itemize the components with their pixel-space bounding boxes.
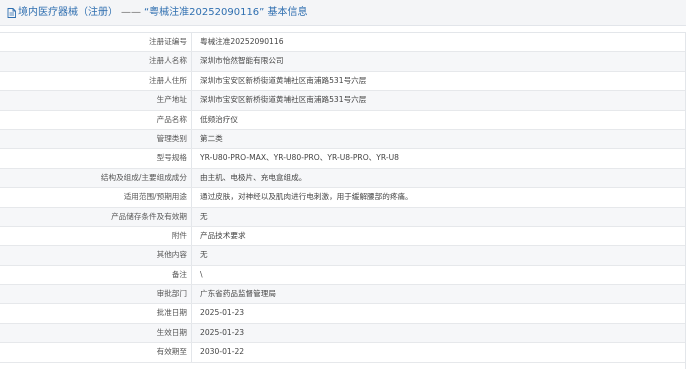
field-value: 产品技术要求	[200, 230, 246, 240]
field-value: 深圳市宝安区新桥街道黄埔社区南浦路531号六层	[200, 75, 367, 85]
table-row: 其他内容无	[0, 246, 686, 266]
page-header: 境内医疗器械（注册） —— “粤械注准20252090116” 基本信息	[0, 0, 686, 26]
field-label: 注册证编号	[0, 33, 192, 52]
table-row: 生效日期 2025-01-23	[0, 323, 686, 344]
field-value: \	[200, 269, 203, 279]
field-label: 产品储存条件及有效期	[0, 207, 192, 226]
field-value: 2025-01-23	[200, 327, 245, 337]
title-prefix: 境内医疗器械（注册）	[18, 7, 118, 18]
field-value: 深圳市宝安区新桥街道黄埔社区南浦路531号六层	[200, 95, 367, 105]
field-label: 型号规格	[0, 149, 192, 168]
table-row: 注册证编号 粤械注准20252090116	[0, 33, 686, 53]
field-value: YR-U80-PRO-MAX、YR-U80-PRO、YR-U8-PRO、YR-U…	[200, 153, 400, 163]
table-row: 注册人住所 深圳市宝安区新桥街道黄埔社区南浦路531号六层	[0, 71, 686, 92]
field-value: 2025-01-23	[200, 308, 245, 318]
table-row: 备注 \	[0, 265, 686, 286]
field-label: 注册人名称	[0, 52, 192, 71]
table-row: 产品储存条件及有效期无	[0, 207, 686, 227]
field-value: 深圳市怡然智能有限公司	[200, 56, 284, 66]
table-row: 批准日期 2025-01-23	[0, 304, 686, 324]
field-label: 生产地址	[0, 91, 192, 110]
field-label: 附件	[0, 226, 192, 246]
table-row: 附件 产品技术要求	[0, 226, 686, 247]
table-row: 生产地址 深圳市宝安区新桥街道黄埔社区南浦路531号六层	[0, 91, 686, 111]
field-label: 注册人住所	[0, 71, 192, 91]
field-label: 结构及组成/主要组成成分	[0, 168, 192, 188]
field-label: 有效期至	[0, 343, 192, 362]
title-main: “粤械注准20252090116” 基本信息	[144, 7, 308, 18]
field-value: 粤械注准20252090116	[200, 37, 284, 46]
table-row: 注册人名称 深圳市怡然智能有限公司	[0, 52, 686, 72]
table-row: 产品名称 低频治疗仪	[0, 110, 686, 130]
page-title: 境内医疗器械（注册） —— “粤械注准20252090116” 基本信息	[18, 0, 308, 26]
table-row: 结构及组成/主要组成成分 由主机、电极片、充电盒组成。	[0, 168, 686, 189]
field-value: 通过皮肤，对神经以及肌肉进行电刺激，用于缓解腰部的疼痛。	[200, 192, 413, 202]
table-row: 审批部门 广东省药品监督管理局	[0, 285, 686, 305]
field-label: 适用范围/预期用途	[0, 188, 192, 207]
table-row: 有效期至 2030-01-22	[0, 343, 686, 363]
field-value: 低频治疗仪	[200, 114, 238, 124]
field-value: 无	[200, 250, 208, 260]
field-label: 批准日期	[0, 304, 192, 323]
table-row: 型号规格 YR-U80-PRO-MAX、YR-U80-PRO、YR-U8-PRO、…	[0, 149, 686, 169]
field-value: 广东省药品监督管理局	[200, 289, 276, 299]
table-row: 适用范围/预期用途 通过皮肤，对神经以及肌肉进行电刺激，用于缓解腰部的疼痛。	[0, 188, 686, 208]
field-value: 由主机、电极片、充电盒组成。	[200, 172, 307, 182]
field-value: 无	[200, 211, 208, 221]
field-label: 审批部门	[0, 285, 192, 304]
title-dash: ——	[121, 7, 141, 18]
field-label: 生效日期	[0, 323, 192, 343]
field-label: 备注	[0, 265, 192, 285]
field-value: 第二类	[200, 133, 223, 143]
field-value: 2030-01-22	[200, 347, 245, 357]
info-table: 注册证编号 粤械注准20252090116 注册人名称 深圳市怡然智能有限公司 注册人住…	[0, 32, 686, 363]
table-row: 管理类别 第二类	[0, 129, 686, 150]
field-label: 产品名称	[0, 110, 192, 129]
document-icon	[7, 8, 16, 18]
field-label: 其他内容	[0, 246, 192, 265]
field-label: 管理类别	[0, 129, 192, 149]
